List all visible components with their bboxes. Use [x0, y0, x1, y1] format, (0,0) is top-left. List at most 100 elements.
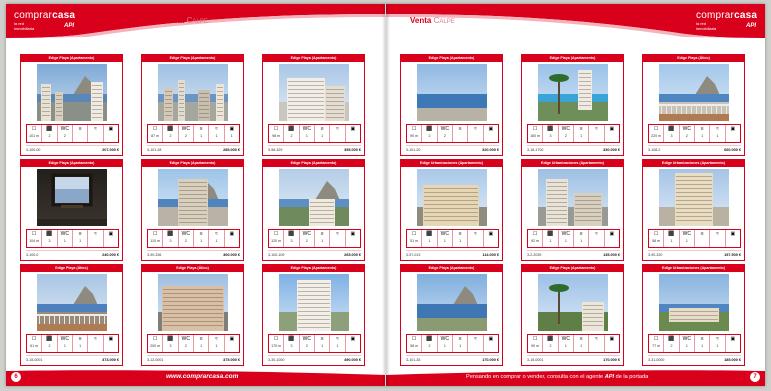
feature-cell: ☐ 90 m	[407, 125, 423, 142]
bed-icon: ⬛	[167, 336, 174, 342]
bed-icon: ⬛	[426, 126, 433, 132]
size-icon: ☐	[532, 126, 538, 132]
feature-value: 2	[305, 239, 308, 243]
card-footer: 3-100-00 207.000 €	[26, 145, 119, 153]
feature-cell: ⬛ 1	[664, 230, 680, 247]
wc-icon: WC	[302, 231, 311, 237]
feature-value: 1	[63, 239, 66, 243]
feature-cell: ▣	[605, 125, 619, 142]
property-card[interactable]: Edige Playa (Apartamento) ☐ 98 m ⬛ 2 WC 1 ≡ 1 ≈ ▣ 3…	[262, 54, 365, 156]
feature-cell: WC 2	[179, 230, 194, 247]
feature-cell: ☐ 160 m	[528, 125, 544, 142]
property-card[interactable]: Edige Playa (Apartamento) ☐ 104 m ⬛ 3 WC 1 ≡ 1 ≈ ▣…	[20, 159, 123, 261]
property-reference: 3-90-336	[147, 252, 162, 257]
feature-value: 87 m	[151, 134, 160, 138]
feature-value: 2	[184, 344, 187, 348]
feature-value: 1	[716, 344, 719, 348]
property-card[interactable]: Edige Playa (Apartamento) ☐ 101 m ⬛ 2 WC 2 ≡ ≈ ▣ 3…	[20, 54, 123, 156]
property-title: Edige Playa (Ático)	[21, 265, 122, 272]
feature-value: 1	[580, 239, 583, 243]
property-price: 320.000 €	[482, 147, 499, 152]
property-price: 375.000 €	[223, 357, 240, 362]
feature-cell: ≈	[330, 230, 346, 247]
property-card[interactable]: Edige Playa (Apartamento) ☐ 87 m ⬛ 2 WC 2 ≡ 1 ≈1 ▣…	[141, 54, 244, 156]
size-icon: ☐	[653, 336, 659, 342]
feature-cell: ▣	[484, 125, 498, 142]
feature-cell: ▣	[225, 230, 239, 247]
feature-cell: ≡	[695, 230, 711, 247]
feature-cell: ⬛ 3	[163, 335, 179, 352]
terrace-icon: ≡	[78, 126, 82, 132]
feature-table: ☐ 160 m ⬛ 3 WC 2 ≡ 1 ≈ ▣	[527, 124, 620, 143]
wc-icon: WC	[682, 336, 691, 342]
feature-cell: ≡ 1	[194, 335, 210, 352]
feature-cell: ≈	[468, 125, 484, 142]
feature-table: ☐ 90 m ⬛ 2 WC 1 ≡ 1 ≈ ▣	[527, 334, 620, 353]
property-card[interactable]: Edige Urbanizaciones (Apartamento) ☐ 51 m ⬛…	[400, 159, 503, 261]
property-card[interactable]: Edige Playa (Ático) ☐ 200 m ⬛ 3 WC 2 ≡ 1 ≈1 ▣ 3-12-…	[141, 264, 244, 366]
feature-cell: WC 2	[559, 125, 574, 142]
garage-icon: ▣	[488, 126, 494, 132]
feature-value: 120 m	[271, 239, 282, 243]
terrace-icon: ≡	[700, 231, 704, 237]
feature-value: 2	[305, 344, 308, 348]
garage-icon: ▣	[108, 231, 114, 237]
feature-value: 2	[685, 134, 688, 138]
property-card[interactable]: Edige Playa (Apartamento) ☐ 58 m ⬛ 2 WC 1 ≡ 1 ≈ ▣ 3…	[400, 264, 503, 366]
pool-icon: ≈	[474, 126, 477, 132]
feature-cell: ⬛ 2	[42, 335, 58, 352]
feature-value: 1	[321, 239, 324, 243]
feature-cell: ≡ 1	[194, 230, 210, 247]
property-card[interactable]: Edige Playa (Ático) ☐ 220 m ⬛ 3 WC 2 ≡ 1 ≈1 ▣ 3-108…	[642, 54, 745, 156]
feature-cell: ▣	[225, 335, 239, 352]
feature-value: 2	[184, 239, 187, 243]
feature-cell: ⬛ 2	[664, 335, 680, 352]
terrace-icon: ≡	[579, 231, 583, 237]
feature-value: 1	[79, 344, 82, 348]
terrace-icon: ≡	[199, 336, 203, 342]
property-reference: 3-30-1000	[268, 357, 285, 362]
feature-value: 110 m	[150, 239, 161, 243]
property-reference: 3-12-0001	[147, 357, 164, 362]
right-header: Venta Calpe comprarcasa la red inmobilia…	[386, 4, 765, 38]
wc-icon: WC	[181, 336, 190, 342]
feature-value: 1	[230, 134, 233, 138]
pool-icon: ≈	[595, 231, 598, 237]
feature-cell: ☐ 220 m	[649, 125, 665, 142]
wc-icon: WC	[302, 336, 311, 342]
size-icon: ☐	[411, 126, 417, 132]
garage-icon: ▣	[229, 231, 235, 237]
feature-value: 1	[79, 239, 82, 243]
garage-icon: ▣	[488, 231, 494, 237]
feature-table: ☐ 101 m ⬛ 2 WC 2 ≡ ≈ ▣	[26, 124, 119, 143]
property-card[interactable]: Edige Urbanizaciones (Apartamento) ☐ 92 m ⬛…	[521, 159, 624, 261]
property-card[interactable]: Edige Playa (Ático) ☐ 61 m ⬛ 2 WC 1 ≡ 1 ≈ ▣ 3-15-00…	[20, 264, 123, 366]
property-price: 240.000 €	[102, 252, 119, 257]
feature-value: 58 m	[410, 344, 419, 348]
right-page: Venta Calpe comprarcasa la red inmobilia…	[386, 4, 765, 386]
size-icon: ☐	[653, 231, 659, 237]
property-card[interactable]: Edige Playa (Apartamento) ☐ 160 m ⬛ 3 WC 2 ≡ 1 ≈ ▣…	[521, 54, 624, 156]
feature-cell: ⬛ 3	[284, 335, 300, 352]
feature-cell: ≡	[73, 125, 89, 142]
card-footer: 3-57-013 114.000 €	[406, 250, 499, 258]
property-card[interactable]: Edige Playa (Apartamento) ☐ 170 m ⬛ 3 WC 2 ≡ 1 ≈1…	[262, 264, 365, 366]
feature-table: ☐ 110 m ⬛ 3 WC 2 ≡ 1 ≈1 ▣	[147, 229, 240, 248]
property-card[interactable]: Edige Playa (Apartamento) ☐ 120 m ⬛ 3 WC 2 ≡ 1 ≈ ▣…	[262, 159, 365, 261]
feature-value: 3	[169, 344, 172, 348]
wc-icon: WC	[561, 231, 570, 237]
property-card[interactable]: Edige Playa (Apartamento) ☐ 90 m ⬛ 2 WC 1 ≡ 1 ≈ ▣ 3…	[521, 264, 624, 366]
property-card[interactable]: Edige Playa (Apartamento) ☐ 110 m ⬛ 3 WC 2 ≡ 1 ≈1…	[141, 159, 244, 261]
property-title: Edige Playa (Apartamento)	[263, 55, 364, 62]
feature-table: ☐ 87 m ⬛ 2 WC 2 ≡ 1 ≈1 ▣ 1	[147, 124, 240, 143]
property-card[interactable]: Edige Urbanizaciones (Apartamento) ☐ 58 m ⬛…	[642, 159, 745, 261]
feature-value: 2	[549, 344, 552, 348]
property-card[interactable]: Edige Urbanizaciones (Apartamento) ☐ 77 m ⬛…	[642, 264, 745, 366]
property-card[interactable]: Edige Playa (Apartamento) ☐ 90 m ⬛ 2 WC 2 ≡ ≈ ▣ 3-…	[400, 54, 503, 156]
feature-value: 90 m	[410, 134, 419, 138]
feature-value: 58 m	[652, 239, 661, 243]
website-url[interactable]: www.comprarcasa.com	[166, 373, 238, 380]
property-title: Edige Playa (Apartamento)	[263, 160, 364, 167]
card-footer: 3-101-28 285.000 €	[147, 145, 240, 153]
wc-icon: WC	[181, 231, 190, 237]
